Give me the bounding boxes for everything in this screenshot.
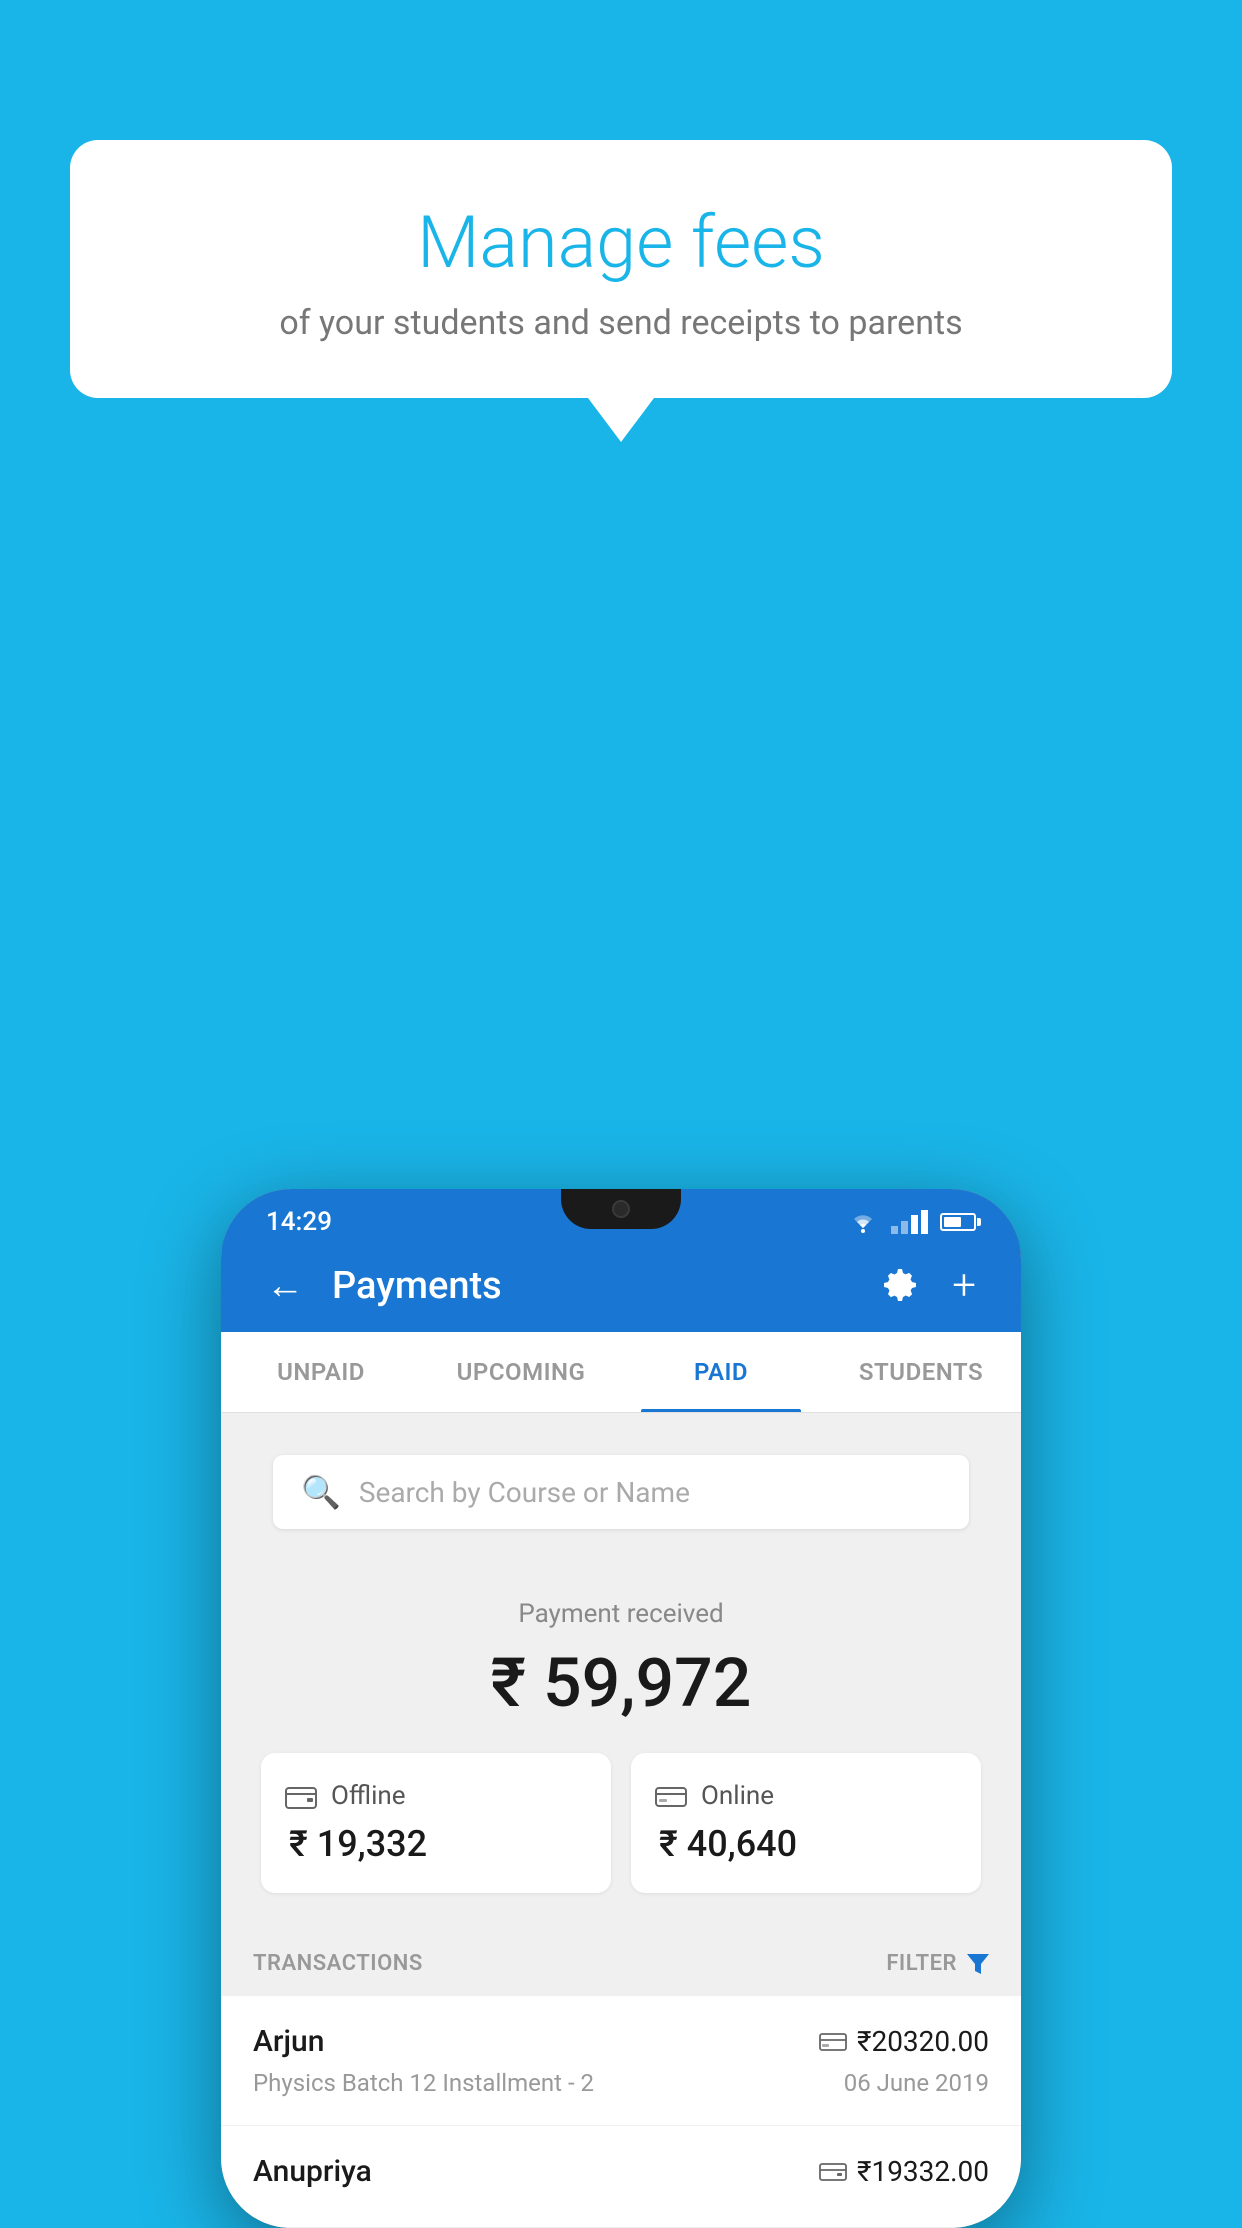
filter-icon — [967, 1954, 989, 1974]
bubble-subtitle: of your students and send receipts to pa… — [150, 303, 1092, 343]
tabs-bar: UNPAID UPCOMING PAID STUDENTS — [221, 1332, 1021, 1413]
filter-container[interactable]: FILTER — [886, 1951, 989, 1976]
filter-label: FILTER — [886, 1951, 957, 1976]
phone-frame: 14:29 — [221, 1189, 1021, 2228]
app-bar-left: ← Payments — [266, 1264, 502, 1308]
app-bar: ← Payments + — [221, 1239, 1021, 1332]
transaction-amount-container-2: ₹19332.00 — [819, 2155, 989, 2188]
app-bar-title: Payments — [332, 1264, 502, 1308]
transaction-amount-2: ₹19332.00 — [857, 2155, 989, 2188]
status-icons — [847, 1210, 976, 1234]
tab-students[interactable]: STUDENTS — [821, 1332, 1021, 1412]
payment-total-amount: ₹ 59,972 — [241, 1643, 1001, 1723]
transaction-date-1: 06 June 2019 — [844, 2069, 989, 2097]
transaction-bottom-1: Physics Batch 12 Installment - 2 06 June… — [253, 2069, 989, 2097]
transaction-row: Arjun ₹20320.00 Physics Batch 12 Install… — [221, 1996, 1021, 2126]
online-card-header: Online — [655, 1781, 774, 1811]
tab-paid[interactable]: PAID — [621, 1332, 821, 1412]
back-button[interactable]: ← — [266, 1264, 304, 1308]
transaction-name-1: Arjun — [253, 2024, 324, 2059]
online-card-type: Online — [701, 1781, 774, 1811]
payment-received-label: Payment received — [241, 1599, 1001, 1629]
battery-icon — [940, 1213, 976, 1231]
payment-cards: Offline ₹ 19,332 O — [261, 1753, 981, 1893]
online-icon — [655, 1782, 687, 1810]
offline-icon — [285, 1782, 317, 1810]
transaction-detail-1: Physics Batch 12 Installment - 2 — [253, 2069, 594, 2097]
search-placeholder: Search by Course or Name — [359, 1476, 690, 1509]
speech-bubble-container: Manage fees of your students and send re… — [70, 140, 1172, 398]
offline-card-header: Offline — [285, 1781, 406, 1811]
add-button[interactable]: + — [952, 1261, 976, 1310]
transaction-top-2: Anupriya ₹19332.00 — [253, 2154, 989, 2189]
speech-bubble: Manage fees of your students and send re… — [70, 140, 1172, 398]
transaction-type-icon-1 — [819, 2031, 847, 2053]
tab-unpaid[interactable]: UNPAID — [221, 1332, 421, 1412]
transactions-label: TRANSACTIONS — [253, 1951, 423, 1976]
phone-frame-container: 14:29 — [221, 1189, 1021, 2228]
transaction-top-1: Arjun ₹20320.00 — [253, 2024, 989, 2059]
payment-summary: Payment received ₹ 59,972 Offline — [221, 1561, 1021, 1923]
search-icon: 🔍 — [301, 1473, 341, 1511]
bubble-title: Manage fees — [150, 200, 1092, 285]
online-card-amount: ₹ 40,640 — [659, 1823, 797, 1865]
app-bar-right: + — [880, 1261, 976, 1310]
transactions-header: TRANSACTIONS FILTER — [221, 1923, 1021, 1996]
transaction-name-2: Anupriya — [253, 2154, 372, 2189]
signal-icon — [891, 1210, 928, 1234]
tab-upcoming[interactable]: UPCOMING — [421, 1332, 621, 1412]
notch — [561, 1189, 681, 1229]
transaction-type-icon-2 — [819, 2161, 847, 2183]
search-bar[interactable]: 🔍 Search by Course or Name — [273, 1455, 969, 1529]
online-payment-card: Online ₹ 40,640 — [631, 1753, 981, 1893]
transaction-amount-1: ₹20320.00 — [857, 2025, 989, 2058]
wifi-icon — [847, 1210, 879, 1234]
gear-icon[interactable] — [880, 1266, 920, 1306]
transaction-amount-container-1: ₹20320.00 — [819, 2025, 989, 2058]
status-time: 14:29 — [266, 1207, 332, 1237]
transaction-row-2: Anupriya ₹19332.00 — [221, 2126, 1021, 2228]
phone-screen: 14:29 — [221, 1189, 1021, 2228]
camera — [612, 1200, 630, 1218]
offline-card-amount: ₹ 19,332 — [289, 1823, 427, 1865]
offline-payment-card: Offline ₹ 19,332 — [261, 1753, 611, 1893]
offline-card-type: Offline — [331, 1781, 406, 1811]
